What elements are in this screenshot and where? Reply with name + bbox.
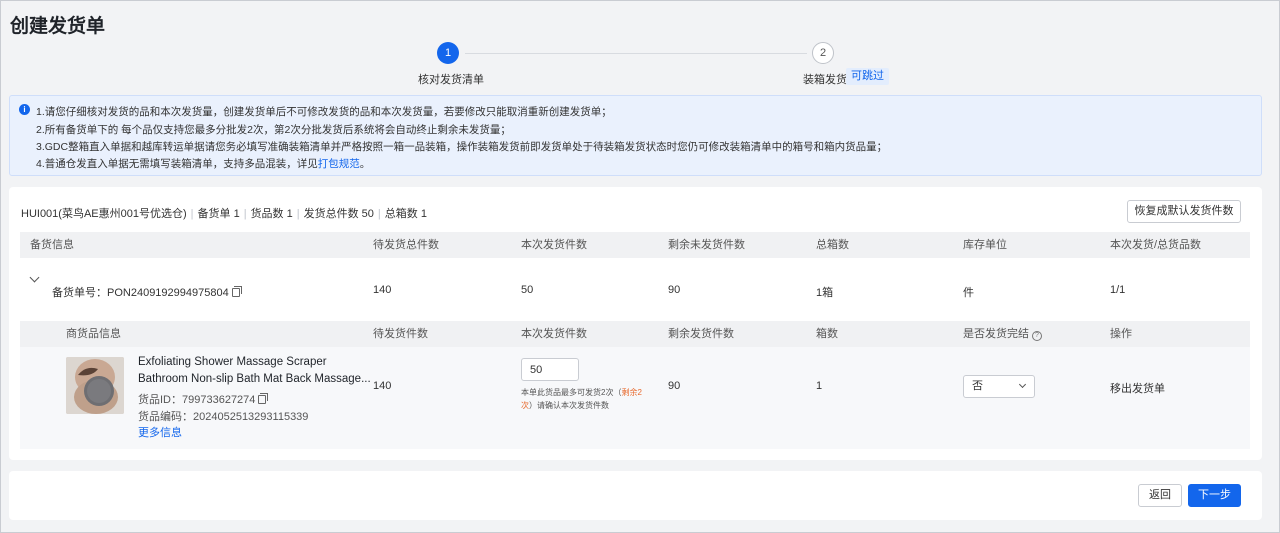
copy-icon[interactable] (231, 286, 242, 297)
footer-bar: 返回 下一步 (9, 471, 1262, 520)
item-col-info: 商货品信息 (66, 328, 121, 340)
step-2-indicator[interactable]: 2 (812, 42, 834, 64)
order-number-text: 备货单号：PON2409192994975804 (52, 287, 229, 299)
order-ratio: 1/1 (1110, 284, 1126, 296)
order-col-boxes: 总箱数 (816, 239, 849, 251)
order-col-this-qty: 本次发货件数 (521, 239, 587, 251)
item-col-boxes: 箱数 (816, 328, 838, 340)
item-col-finished: 是否发货完结? (963, 321, 1042, 347)
order-row: 备货单号：PON2409192994975804 140 50 90 1箱 件 … (20, 258, 1250, 321)
summary-separator: | (377, 208, 381, 220)
notice-line-4-prefix: 4.普通仓发直入单据无需填写装箱清单，支持多品混装，详见 (36, 158, 318, 170)
product-code: 货品编码：2024052513293115339 (138, 411, 309, 423)
question-circle-icon[interactable]: ? (1032, 331, 1042, 341)
product-id-text: 货品ID：799733627274 (138, 394, 256, 406)
packing-spec-link[interactable]: 打包规范 (318, 158, 360, 170)
notice-line-4-suffix: 。 (359, 158, 371, 170)
order-col-info: 备货信息 (30, 239, 74, 251)
summary-boxes: 总箱数 1 (384, 208, 427, 220)
hint-remaining: 剩余2 (621, 388, 642, 397)
order-col-unit: 库存单位 (963, 239, 1007, 251)
item-col-action: 操作 (1110, 328, 1132, 340)
finished-select-value: 否 (972, 380, 983, 392)
product-name-line-2: Bathroom Non-slip Bath Mat Back Massage.… (138, 373, 371, 385)
product-id: 货品ID：799733627274 (138, 391, 269, 407)
notice-banner: i 1.请您仔细核对发货的品和本次发货量，创建发货单后不可修改发货的品和本次发货… (9, 95, 1262, 176)
item-col-pending: 待发货件数 (373, 328, 428, 340)
chevron-down-icon (1018, 380, 1027, 389)
order-table-header: 备货信息 待发货总件数 本次发货件数 剩余未发货件数 总箱数 库存单位 本次发货… (20, 232, 1250, 258)
more-info-link[interactable]: 更多信息 (138, 424, 182, 440)
summary-separator: | (243, 208, 247, 220)
item-col-finished-label: 是否发货完结 (963, 328, 1029, 340)
order-col-pending: 待发货总件数 (373, 239, 439, 251)
hint-remaining-unit: 次 (521, 401, 529, 410)
chevron-down-icon[interactable] (29, 272, 40, 283)
ship-qty-hint: 本单此货品最多可发货2次（剩余2 次）请确认本次发货件数 (521, 386, 642, 412)
shipment-summary: HUI001(菜鸟AE惠州001号优选仓) | 备货单 1 | 货品数 1 | 发货总件数 … (21, 205, 427, 221)
item-remaining: 90 (668, 380, 681, 392)
item-col-remaining: 剩余发货件数 (668, 328, 734, 340)
back-button[interactable]: 返回 (1138, 484, 1182, 507)
order-remaining: 90 (668, 284, 681, 296)
item-col-this-qty: 本次发货件数 (521, 328, 587, 340)
info-icon: i (19, 104, 30, 115)
notice-line-2: 2.所有备货单下的 每个品仅支持您最多分批发2次，第2次分批发货后系统将会自动终… (36, 124, 511, 136)
step-1-label: 核对发货清单 (418, 74, 484, 86)
item-pending: 140 (373, 380, 392, 392)
summary-warehouse: HUI001(菜鸟AE惠州001号优选仓) (21, 208, 187, 220)
item-table-header: 商货品信息 待发货件数 本次发货件数 剩余发货件数 箱数 是否发货完结? 操作 (20, 321, 1250, 347)
order-unit: 件 (963, 287, 974, 299)
product-thumbnail[interactable] (66, 357, 124, 414)
summary-separator: | (190, 208, 194, 220)
notice-line-4: 4.普通仓发直入单据无需填写装箱清单，支持多品混装，详见打包规范。 (36, 156, 370, 171)
order-boxes: 1箱 (816, 287, 834, 299)
order-col-remaining: 剩余未发货件数 (668, 239, 745, 251)
step-connector (465, 53, 807, 54)
reset-default-qty-button[interactable]: 恢复成默认发货件数 (1127, 200, 1241, 223)
step-2-label: 装箱发货 (803, 74, 847, 86)
hint-suffix: ）请确认本次发货件数 (529, 401, 609, 410)
hint-prefix: 本单此货品最多可发货2次（ (521, 388, 622, 397)
item-boxes: 1 (816, 380, 823, 392)
ship-qty-input[interactable] (521, 358, 579, 381)
summary-separator: | (296, 208, 300, 220)
notice-line-1: 1.请您仔细核对发货的品和本次发货量，创建发货单后不可修改发货的品和本次发货量，… (36, 106, 612, 118)
summary-total-qty: 发货总件数 50 (303, 208, 374, 220)
page-title: 创建发货单 (10, 16, 106, 37)
order-this-qty: 50 (521, 284, 534, 296)
next-step-button[interactable]: 下一步 (1188, 484, 1241, 507)
order-pending: 140 (373, 284, 392, 296)
step-progress: 1 2 核对发货清单 装箱发货 可跳过 (0, 40, 1280, 90)
remove-from-shipment-link[interactable]: 移出发货单 (1110, 380, 1165, 396)
step-1-indicator: 1 (437, 42, 459, 64)
summary-orders: 备货单 1 (197, 208, 240, 220)
item-row: Exfoliating Shower Massage Scraper Bathr… (20, 347, 1250, 449)
skip-tag[interactable]: 可跳过 (846, 68, 889, 85)
product-name-line-1: Exfoliating Shower Massage Scraper (138, 356, 327, 368)
order-number: 备货单号：PON2409192994975804 (52, 284, 242, 300)
finished-select[interactable]: 否 (963, 375, 1035, 398)
shipment-card: HUI001(菜鸟AE惠州001号优选仓) | 备货单 1 | 货品数 1 | 发货总件数 … (9, 187, 1262, 460)
summary-items: 货品数 1 (250, 208, 293, 220)
notice-line-3: 3.GDC整箱直入单据和越库转运单据请您务必填写准确装箱清单并严格按照一箱一品装… (36, 141, 888, 153)
product-image (66, 357, 124, 414)
order-col-ratio: 本次发货/总货品数 (1110, 239, 1202, 251)
copy-icon[interactable] (258, 393, 269, 404)
